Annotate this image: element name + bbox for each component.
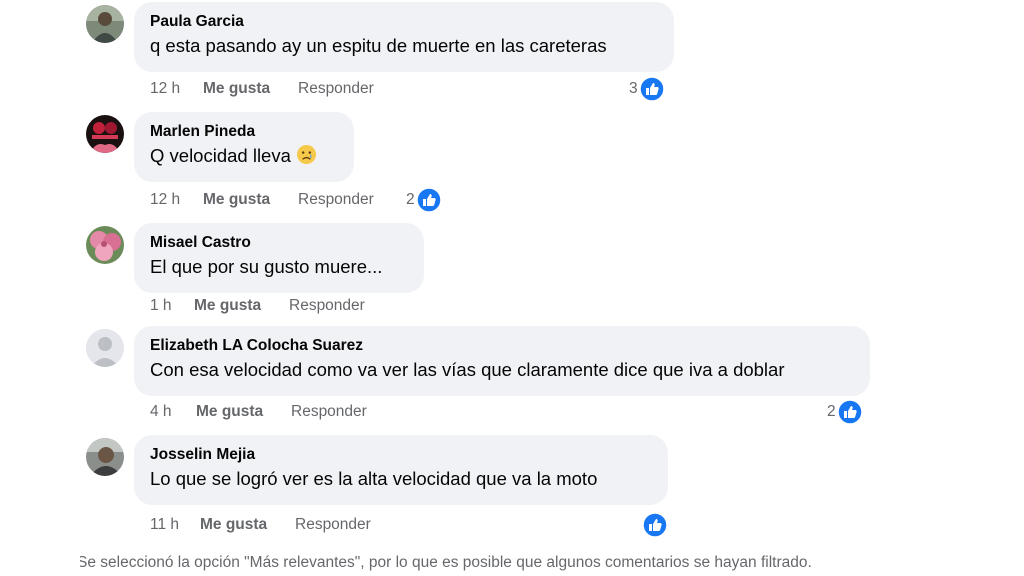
reaction-count: 2 [406,191,415,208]
default-silhouette-avatar-icon [86,329,124,367]
comment-bubble: Elizabeth LA Colocha Suarez Con esa velo… [134,326,870,396]
like-icon [642,512,668,538]
reaction-summary[interactable] [641,512,668,538]
comment-time[interactable]: 11 h [150,515,200,535]
comment-text: El que por su gusto muere... [150,256,383,277]
reply-button[interactable]: Responder [295,515,371,535]
comment-actions: 1 h Me gusta Responder [150,296,365,316]
dark-red-photo-avatar-icon [86,115,124,153]
reaction-summary[interactable]: 2 [406,187,442,213]
sad-face-emoji-icon [296,144,317,172]
avatar[interactable] [86,438,124,476]
filter-notice-text: Se seleccionó la opción "Más relevantes"… [80,554,812,571]
pink-flowers-avatar-icon [86,226,124,264]
comment-actions: 4 h Me gusta Responder [150,402,367,422]
comment: Josselin Mejia Lo que se logró ver es la… [0,0,1024,538]
comment-author[interactable]: Elizabeth LA Colocha Suarez [150,336,854,356]
comment-author[interactable]: Misael Castro [150,233,408,253]
comment-text: Lo que se logró ver es la alta velocidad… [150,468,598,489]
comment-text: Q velocidad lleva [150,143,338,172]
avatar[interactable] [86,329,124,367]
comment-bubble: Marlen Pineda Q velocidad lleva [134,112,354,182]
reaction-summary[interactable]: 2 [827,399,863,425]
comment-author[interactable]: Josselin Mejia [150,445,652,465]
like-button[interactable]: Me gusta [203,190,298,210]
avatar[interactable] [86,226,124,264]
like-icon [415,187,442,213]
filter-notice: Se seleccionó la opción "Más relevantes"… [80,552,1024,574]
like-icon [836,399,863,425]
like-button[interactable]: Me gusta [194,296,289,316]
comment-actions: 11 h Me gusta Responder [150,515,371,535]
comment-time[interactable]: 12 h [150,190,203,210]
comment-text: Con esa velocidad como va ver las vías q… [150,359,785,380]
reply-button[interactable]: Responder [291,402,367,422]
comment-bubble: Misael Castro El que por su gusto muere.… [134,223,424,293]
comment-time[interactable]: 4 h [150,402,196,422]
avatar[interactable] [86,115,124,153]
reply-button[interactable]: Responder [298,190,374,210]
like-button[interactable]: Me gusta [200,515,295,535]
person-photo-avatar-icon [86,438,124,476]
reaction-count: 2 [827,403,836,420]
comment-text-content: Q velocidad lleva [150,145,291,166]
comment-actions: 12 h Me gusta Responder [150,190,374,210]
reply-button[interactable]: Responder [289,296,365,316]
comment-author[interactable]: Marlen Pineda [150,122,338,142]
comment-bubble: Josselin Mejia Lo que se logró ver es la… [134,435,668,505]
like-button[interactable]: Me gusta [196,402,291,422]
comment-time[interactable]: 1 h [150,296,194,316]
